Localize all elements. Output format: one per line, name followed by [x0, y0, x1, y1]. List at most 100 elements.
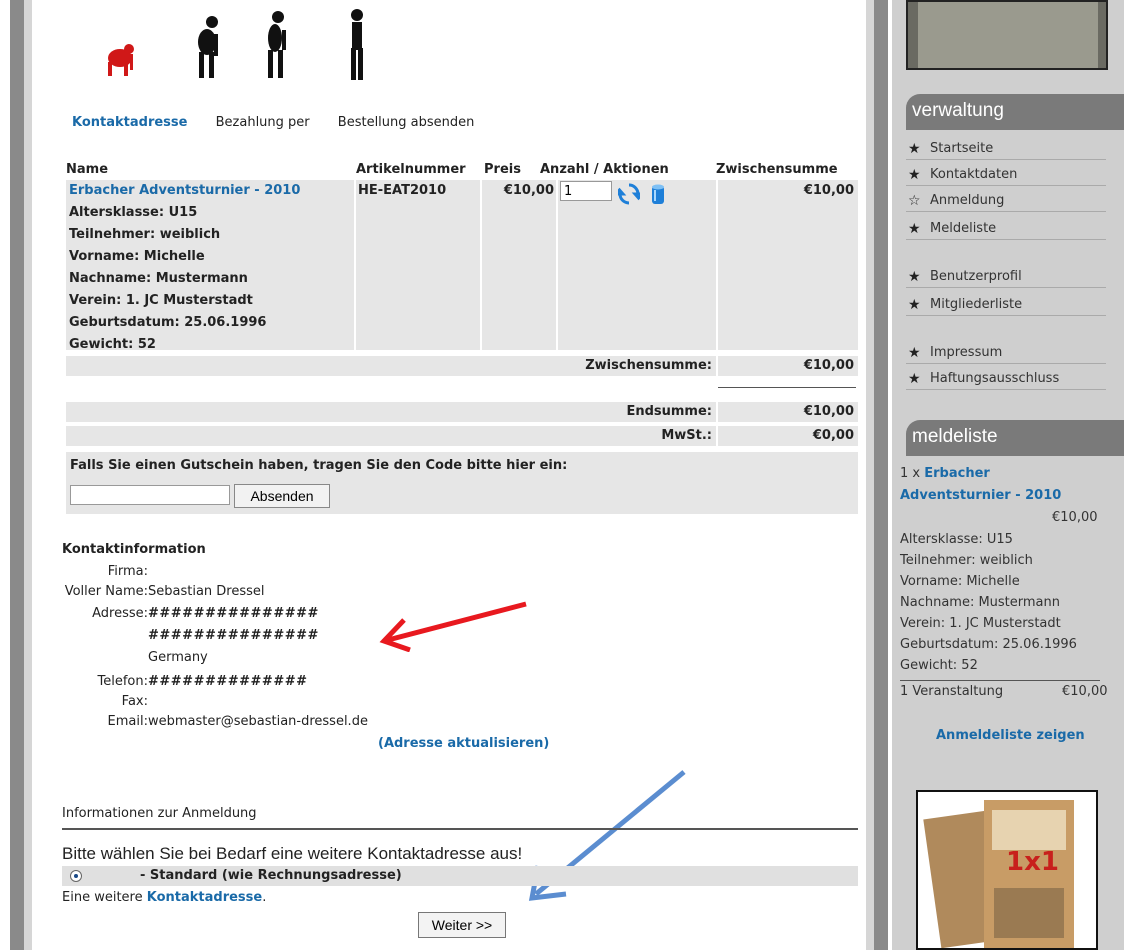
address-line2: ###############: [148, 628, 319, 643]
coupon-input[interactable]: [70, 485, 230, 505]
cart-row: Erbacher Adventsturnier - 2010 Alterskla…: [66, 180, 858, 352]
subtotal-label: Zwischensumme:: [66, 356, 716, 376]
star-icon: ★: [908, 371, 921, 387]
standard-address-row[interactable]: - Standard (wie Rechnungsadresse): [62, 866, 858, 886]
meldeliste-entry: 1 x Erbacher: [900, 466, 990, 481]
left-border: [0, 0, 34, 950]
meldeliste-attribute: Altersklasse: U15: [900, 532, 1013, 547]
product-attribute: Geburtsdatum: 25.06.1996: [69, 315, 267, 330]
sidebar-item-kontaktdaten[interactable]: ★ Kontaktdaten: [906, 164, 1106, 186]
delete-icon[interactable]: [650, 183, 666, 205]
phone-label: Telefon:: [97, 674, 149, 689]
progress-ape-icon: [108, 44, 134, 76]
progress-hominid-icon: [268, 11, 286, 78]
anmeldeliste-link[interactable]: Anmeldeliste zeigen: [936, 728, 1085, 743]
email-label: Email:: [107, 714, 148, 729]
meldeliste-attribute: Vorname: Michelle: [900, 574, 1020, 589]
address-country: Germany: [148, 650, 208, 665]
vat-value: €0,00: [718, 426, 858, 446]
contact-heading: Kontaktinformation: [62, 542, 206, 557]
contact-info: Kontaktinformation: [62, 542, 206, 561]
sidebar-item-impressum[interactable]: ★ Impressum: [906, 342, 1106, 364]
meldeliste-event-link-2[interactable]: Adventsturnier - 2010: [900, 488, 1061, 503]
address-line1: ###############: [148, 606, 319, 621]
next-button[interactable]: Weiter >>: [418, 912, 506, 938]
product-attribute: Vorname: Michelle: [69, 249, 205, 264]
meldeliste-attribute: Gewicht: 52: [900, 658, 978, 673]
product-price: €10,00: [503, 183, 554, 198]
right-border: [866, 0, 892, 950]
col-name-header: Name: [66, 162, 109, 177]
step-bezahlung: Bezahlung per: [215, 115, 310, 130]
star-icon: ★: [908, 167, 921, 183]
total-row: Endsumme: €10,00: [66, 402, 858, 422]
product-attribute: Gewicht: 52: [69, 337, 156, 352]
sidebar-item-meldeliste[interactable]: ★ Meldeliste: [906, 218, 1106, 240]
checkout-steps: Kontaktadresse Bezahlung per Bestellung …: [72, 115, 498, 130]
firma-label: Firma:: [107, 564, 148, 579]
phone-value: ##############: [148, 674, 308, 689]
red-arrow-icon: [379, 601, 527, 652]
quantity-input[interactable]: [560, 181, 612, 201]
star-icon: ★: [908, 297, 921, 313]
meldeliste-attribute: Nachname: Mustermann: [900, 595, 1061, 610]
step-bestellung: Bestellung absenden: [337, 115, 475, 130]
meldeliste-total: €10,00: [1062, 684, 1108, 699]
meldeliste-attribute: Geburtsdatum: 25.06.1996: [900, 637, 1077, 652]
promo-text: 1x1: [1006, 847, 1059, 877]
another-address-text: Eine weitere Kontaktadresse.: [62, 890, 267, 905]
subtotal-row: Zwischensumme: €10,00: [66, 356, 858, 376]
verwaltung-heading: verwaltung: [906, 94, 1124, 130]
sidebar-item-anmeldung[interactable]: ☆ Anmeldung: [906, 190, 1106, 212]
step-kontaktadresse[interactable]: Kontaktadresse: [72, 115, 187, 130]
coupon-submit-button[interactable]: Absenden: [234, 484, 330, 508]
info-title: Informationen zur Anmeldung: [62, 806, 257, 821]
col-subtotal-header: Zwischensumme: [716, 162, 838, 177]
another-address-link[interactable]: Kontaktadresse: [147, 890, 262, 905]
update-address-link[interactable]: (Adresse aktualisieren): [378, 736, 549, 751]
coupon-label: Falls Sie einen Gutschein haben, tragen …: [70, 458, 568, 473]
progress-human-icon: [351, 9, 363, 80]
sidebar-item-startseite[interactable]: ★ Startseite: [906, 138, 1106, 160]
col-price-header: Preis: [484, 162, 521, 177]
name-label: Voller Name:: [64, 584, 148, 599]
star-icon: ★: [908, 221, 921, 237]
name-value: Sebastian Dressel: [148, 584, 265, 599]
total-value: €10,00: [718, 402, 858, 422]
star-outline-icon: ☆: [908, 193, 921, 209]
product-attribute: Nachname: Mustermann: [69, 271, 248, 286]
sidebar-item-benutzerprofil[interactable]: ★ Benutzerprofil: [906, 266, 1106, 288]
product-link[interactable]: Erbacher Adventsturnier - 2010: [69, 183, 300, 198]
product-attribute: Altersklasse: U15: [69, 205, 198, 220]
vat-label: MwSt.:: [66, 426, 716, 446]
product-sku: HE-EAT2010: [358, 183, 447, 198]
sidebar: verwaltung ★ Startseite ★ Kontaktdaten ☆ An…: [892, 0, 1124, 950]
meldeliste-attribute: Teilnehmer: weiblich: [900, 553, 1033, 568]
total-divider: [718, 387, 856, 388]
address-label: Adresse:: [92, 606, 148, 621]
meldeliste-count: 1 Veranstaltung: [900, 684, 1004, 699]
col-sku-header: Artikelnummer: [356, 162, 466, 177]
cart-table-header: Name Artikelnummer Preis Anzahl / Aktion…: [66, 162, 858, 180]
email-value: webmaster@sebastian-dressel.de: [148, 714, 368, 729]
col-qty-header: Anzahl / Aktionen: [540, 162, 669, 177]
coupon-box: Falls Sie einen Gutschein haben, tragen …: [66, 452, 858, 514]
sidebar-item-haftungsausschluss[interactable]: ★ Haftungsausschluss: [906, 368, 1106, 390]
vat-row: MwSt.: €0,00: [66, 426, 858, 446]
meldeliste-price: €10,00: [1052, 510, 1098, 525]
fax-label: Fax:: [121, 694, 148, 709]
star-icon: ★: [908, 345, 921, 361]
meldeliste-attribute: Verein: 1. JC Musterstadt: [900, 616, 1061, 631]
promo-book-image[interactable]: 1x1: [916, 790, 1098, 950]
row-subtotal: €10,00: [803, 183, 854, 198]
refresh-icon[interactable]: [618, 183, 640, 205]
standard-radio[interactable]: [70, 870, 82, 882]
product-attribute: Verein: 1. JC Musterstadt: [69, 293, 253, 308]
product-attribute: Teilnehmer: weiblich: [69, 227, 221, 242]
meldeliste-event-link[interactable]: Erbacher: [924, 466, 990, 481]
sidebar-item-mitgliederliste[interactable]: ★ Mitgliederliste: [906, 294, 1106, 316]
meldeliste-heading: meldeliste: [906, 420, 1124, 456]
star-icon: ★: [908, 141, 921, 157]
progress-primate-icon: [198, 16, 218, 78]
total-label: Endsumme:: [66, 402, 716, 422]
